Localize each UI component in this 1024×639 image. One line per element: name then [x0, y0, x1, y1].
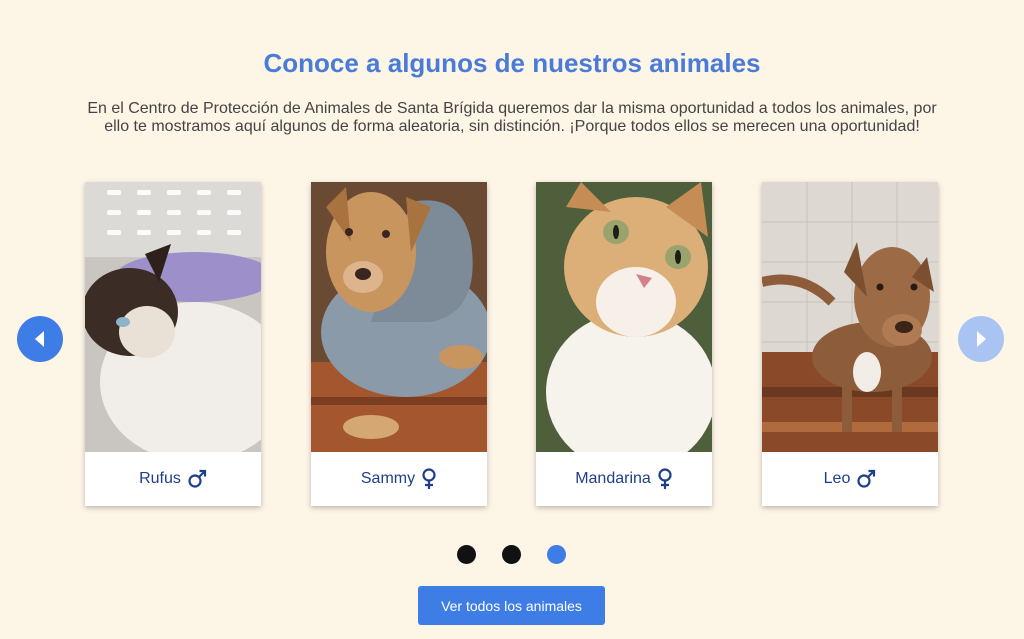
- chevron-right-icon: [977, 331, 986, 347]
- carousel-dot-1[interactable]: [457, 545, 476, 564]
- carousel-next-button[interactable]: [958, 316, 1004, 362]
- animal-name: Mandarina: [575, 470, 651, 487]
- animal-card[interactable]: Sammy: [311, 182, 487, 506]
- animal-card[interactable]: Leo: [762, 182, 938, 506]
- animal-photo: [85, 182, 261, 452]
- animal-name: Leo: [823, 470, 851, 487]
- animal-name: Sammy: [360, 470, 416, 487]
- animal-card[interactable]: Mandarina: [536, 182, 712, 506]
- carousel-dot-2[interactable]: [502, 545, 521, 564]
- carousel-pagination: [0, 545, 1024, 565]
- animal-carousel: Rufus Sammy Mandarina Leo: [0, 182, 1024, 512]
- chevron-left-icon: [35, 331, 44, 347]
- male-icon: [187, 469, 207, 489]
- female-icon: [421, 468, 437, 490]
- animal-photo: [762, 182, 938, 452]
- animal-name: Rufus: [139, 470, 181, 487]
- section-title: Conoce a algunos de nuestros animales: [263, 48, 761, 78]
- carousel-prev-button[interactable]: [17, 316, 63, 362]
- section-intro: En el Centro de Protección de Animales d…: [87, 100, 937, 135]
- female-icon: [657, 468, 673, 490]
- male-icon: [856, 469, 876, 489]
- animal-photo: [311, 182, 487, 452]
- view-all-animals-button[interactable]: Ver todos los animales: [418, 586, 605, 625]
- animal-photo: [536, 182, 712, 452]
- animal-card[interactable]: Rufus: [85, 182, 261, 506]
- carousel-dot-3-active[interactable]: [547, 545, 566, 564]
